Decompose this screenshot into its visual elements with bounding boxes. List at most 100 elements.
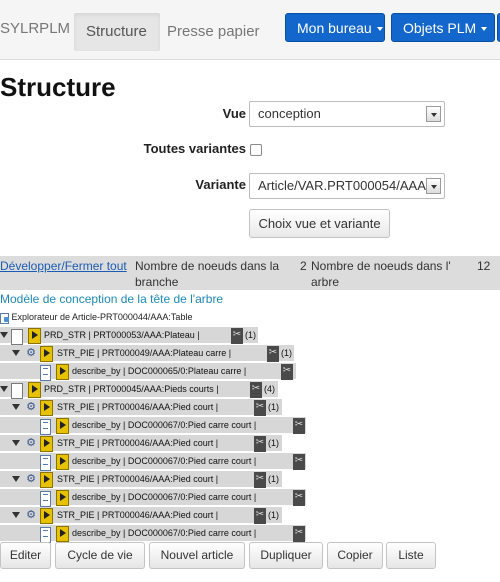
toutes-variantes-label: Toutes variantes bbox=[143, 141, 246, 156]
tree-row-label: describe_by | DOC000067/0:Pied carre cou… bbox=[72, 420, 257, 430]
tree-row[interactable]: PRD_STR | PRT000045/AAA:Pieds courts | ✂… bbox=[0, 381, 278, 399]
play-icon[interactable] bbox=[56, 418, 69, 434]
tree-explorer-label: Explorateur de Article-PRT000044/AAA:Tab… bbox=[11, 312, 193, 322]
part-node-icon: ⚙ bbox=[26, 473, 36, 485]
dropdown-arrow-icon bbox=[426, 178, 441, 194]
document-node-icon bbox=[40, 455, 51, 471]
scissors-icon[interactable]: ✂ bbox=[254, 508, 266, 524]
scissors-icon[interactable]: ✂ bbox=[254, 400, 266, 416]
tree-row[interactable]: ⚙ STR_PIE | PRT000046/AAA:Pied court | ✂… bbox=[0, 435, 282, 452]
tab-structure[interactable]: Structure bbox=[74, 13, 160, 51]
mon-bureau-label: Mon bureau bbox=[297, 20, 372, 36]
scissors-icon[interactable]: ✂ bbox=[250, 382, 262, 398]
tree-row[interactable]: ⚙ STR_PIE | PRT000046/AAA:Pied court | ✂… bbox=[0, 399, 282, 416]
tree-row-count: (1) bbox=[281, 348, 292, 358]
tree-row[interactable]: describe_by | DOC000065/0:Plateau carre … bbox=[0, 363, 296, 381]
tree-row-label: describe_by | DOC000065/0:Plateau carre … bbox=[72, 366, 247, 376]
play-icon[interactable] bbox=[28, 328, 41, 344]
play-icon[interactable] bbox=[56, 364, 69, 380]
product-node-icon bbox=[11, 383, 23, 399]
tree-model-title: Modèle de conception de la tête de l'arb… bbox=[0, 292, 224, 306]
cycle-de-vie-button[interactable]: Cycle de vie bbox=[55, 542, 145, 569]
dupliquer-button[interactable]: Dupliquer bbox=[249, 542, 323, 569]
page-title: Structure bbox=[0, 72, 116, 102]
tree-row-label: PRD_STR | PRT000053/AAA:Plateau | bbox=[44, 330, 200, 340]
tree-row-label: STR_PIE | PRT000049/AAA:Plateau carre | bbox=[57, 348, 232, 358]
branch-node-count-value: 2 bbox=[300, 259, 307, 273]
part-node-icon: ⚙ bbox=[26, 509, 36, 521]
tree-row-count: (1) bbox=[268, 510, 279, 520]
document-node-icon bbox=[40, 365, 51, 381]
tree-row[interactable]: describe_by | DOC000067/0:Pied carre cou… bbox=[0, 489, 306, 507]
tree-row-label: STR_PIE | PRT000046/AAA:Pied court | bbox=[57, 438, 219, 448]
play-icon[interactable] bbox=[56, 454, 69, 470]
tree-row-label: STR_PIE | PRT000046/AAA:Pied court | bbox=[57, 510, 219, 520]
play-icon[interactable] bbox=[56, 526, 69, 542]
top-navbar: SYLRPLM Structure Presse papier Mon bure… bbox=[0, 0, 500, 60]
tree-node-count-value: 12 bbox=[477, 259, 491, 273]
mon-bureau-dropdown-button[interactable]: Mon bureau bbox=[285, 13, 385, 42]
tree-row-count: (4) bbox=[264, 384, 275, 394]
expand-collapse-all-link[interactable]: Développer/Fermer tout bbox=[0, 258, 127, 274]
tab-presse-papier[interactable]: Presse papier bbox=[155, 13, 275, 51]
play-icon[interactable] bbox=[40, 508, 53, 524]
choix-vue-variante-button[interactable]: Choix vue et variante bbox=[249, 209, 390, 238]
part-node-icon: ⚙ bbox=[26, 347, 36, 359]
scissors-icon[interactable]: ✂ bbox=[293, 526, 305, 542]
tree-row[interactable]: ⚙ STR_PIE | PRT000049/AAA:Plateau carre … bbox=[0, 345, 294, 362]
tree-row[interactable]: describe_by | DOC000067/0:Pied carre cou… bbox=[0, 453, 306, 471]
variante-select[interactable]: Article/VAR.PRT000054/AAA bbox=[249, 173, 445, 199]
tab-structure-label: Structure bbox=[86, 23, 147, 40]
tree-row[interactable]: describe_by | DOC000067/0:Pied carre cou… bbox=[0, 417, 306, 435]
scissors-icon[interactable]: ✂ bbox=[267, 346, 279, 362]
tree-row-count: (1) bbox=[268, 438, 279, 448]
tree-row-label: describe_by | DOC000067/0:Pied carre cou… bbox=[72, 528, 257, 538]
tree-row-label: STR_PIE | PRT000046/AAA:Pied court | bbox=[57, 402, 219, 412]
part-node-icon: ⚙ bbox=[26, 437, 36, 449]
tree-explorer-row[interactable]: Explorateur de Article-PRT000044/AAA:Tab… bbox=[0, 311, 192, 324]
play-icon[interactable] bbox=[28, 382, 41, 398]
copier-label: Copier bbox=[337, 548, 373, 562]
nouvel-article-label: Nouvel article bbox=[160, 548, 234, 562]
caret-down-icon bbox=[481, 27, 488, 32]
play-icon[interactable] bbox=[40, 436, 53, 452]
scissors-icon[interactable]: ✂ bbox=[281, 364, 293, 380]
scissors-icon[interactable]: ✂ bbox=[254, 472, 266, 488]
document-node-icon bbox=[40, 491, 51, 507]
dropdown-arrow-icon bbox=[426, 106, 441, 122]
app-brand[interactable]: SYLRPLM bbox=[0, 20, 70, 37]
scissors-icon[interactable]: ✂ bbox=[293, 454, 305, 470]
tree-row-count: (1) bbox=[268, 402, 279, 412]
dupliquer-label: Dupliquer bbox=[260, 548, 312, 562]
liste-button[interactable]: Liste bbox=[386, 542, 436, 569]
scissors-icon[interactable]: ✂ bbox=[293, 490, 305, 506]
tree-row-count: (1) bbox=[268, 474, 279, 484]
editer-button[interactable]: Editer bbox=[0, 542, 51, 569]
objets-plm-dropdown-button[interactable]: Objets PLM bbox=[391, 13, 495, 42]
objets-plm-label: Objets PLM bbox=[403, 20, 477, 36]
tree-row[interactable]: PRD_STR | PRT000053/AAA:Plateau | ✂ (1) bbox=[0, 327, 258, 345]
editer-label: Editer bbox=[9, 548, 42, 562]
toutes-variantes-checkbox[interactable] bbox=[250, 144, 262, 156]
tree-row[interactable]: describe_by | DOC000067/0:Pied carre cou… bbox=[0, 525, 306, 543]
copier-button[interactable]: Copier bbox=[327, 542, 383, 569]
branch-node-count-label: Nombre de noeuds dans la branche bbox=[135, 259, 280, 289]
tree-row-label: PRD_STR | PRT000045/AAA:Pieds courts | bbox=[44, 384, 219, 394]
scissors-icon[interactable]: ✂ bbox=[293, 418, 305, 434]
tree-row[interactable]: ⚙ STR_PIE | PRT000046/AAA:Pied court | ✂… bbox=[0, 507, 282, 524]
play-icon[interactable] bbox=[40, 346, 53, 362]
variante-label: Variante bbox=[195, 177, 246, 192]
choix-vue-variante-label: Choix vue et variante bbox=[258, 216, 381, 231]
tree-row-count: (1) bbox=[245, 330, 256, 340]
variante-select-value: Article/VAR.PRT000054/AAA bbox=[258, 178, 426, 193]
nouvel-article-button[interactable]: Nouvel article bbox=[149, 542, 245, 569]
tree-row[interactable]: ⚙ STR_PIE | PRT000046/AAA:Pied court | ✂… bbox=[0, 471, 282, 488]
scissors-icon[interactable]: ✂ bbox=[254, 436, 266, 452]
play-icon[interactable] bbox=[56, 490, 69, 506]
tree-row-label: describe_by | DOC000067/0:Pied carre cou… bbox=[72, 456, 257, 466]
play-icon[interactable] bbox=[40, 400, 53, 416]
play-icon[interactable] bbox=[40, 472, 53, 488]
tree-row-label: describe_by | DOC000067/0:Pied carre cou… bbox=[72, 492, 257, 502]
scissors-icon[interactable]: ✂ bbox=[231, 328, 243, 344]
vue-select[interactable]: conception bbox=[249, 101, 445, 127]
